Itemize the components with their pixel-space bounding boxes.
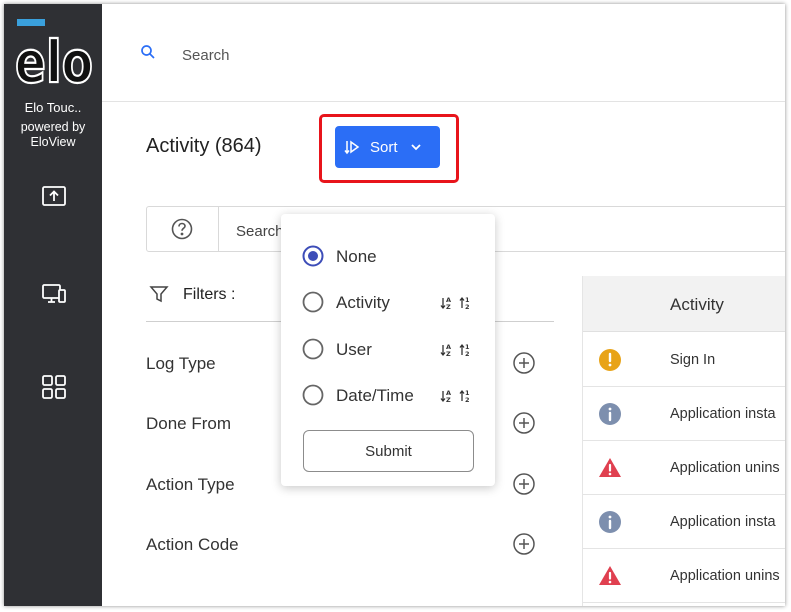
column-header-activity[interactable]: Activity [670, 295, 724, 315]
sort-direction-icon[interactable]: A Z 1 2 [440, 295, 474, 311]
filter-label: Action Code [146, 535, 239, 554]
table-row[interactable]: Sign In [583, 333, 785, 387]
filter-action-code[interactable]: Action Code [146, 532, 538, 558]
filter-icon [149, 286, 169, 303]
table-row[interactable]: Application unins [583, 549, 785, 603]
sort-option-date-time[interactable]: Date/Time A Z 1 2 [302, 384, 482, 408]
row-activity-text: Application unins [670, 568, 780, 584]
submit-button[interactable]: Submit [303, 430, 474, 472]
sort-button-label: Sort [370, 138, 398, 156]
sort-dropdown: None Activity A Z 1 2 User A Z 1 2 Date/… [281, 214, 495, 486]
filter-label: Log Type [146, 354, 216, 373]
sort-option-label: Activity [336, 293, 390, 312]
alert-triangle-icon [599, 566, 621, 585]
search-icon [141, 45, 155, 59]
brand-title: Elo Touc.. [24, 100, 82, 115]
sort-option-label: None [336, 247, 377, 266]
info-icon [599, 403, 621, 425]
page-title: Activity (864) [146, 135, 262, 157]
sort-icon [344, 140, 360, 155]
svg-text:Z: Z [446, 303, 451, 311]
add-filter-icon[interactable] [512, 351, 536, 375]
sort-option-activity[interactable]: Activity A Z 1 2 [302, 291, 482, 315]
warning-circle-icon [599, 349, 621, 371]
sort-option-user[interactable]: User A Z 1 2 [302, 338, 482, 362]
svg-text:2: 2 [465, 303, 470, 311]
alert-triangle-icon [599, 458, 621, 477]
table-row[interactable]: Application unins [583, 441, 785, 495]
devices-icon[interactable] [41, 281, 67, 307]
activity-search-input[interactable]: Search [236, 223, 284, 240]
row-activity-text: Application insta [670, 514, 776, 530]
row-activity-text: Application unins [670, 460, 780, 476]
upload-icon[interactable] [41, 184, 67, 210]
svg-text:elo: elo [15, 28, 93, 88]
top-header: Search [102, 4, 785, 102]
svg-text:Z: Z [446, 396, 451, 404]
filter-label: Done From [146, 414, 232, 433]
svg-text:2: 2 [465, 396, 470, 404]
radio-selected-icon[interactable] [302, 245, 324, 267]
sort-direction-icon[interactable]: A Z 1 2 [440, 342, 474, 358]
table-row[interactable]: Application insta [583, 387, 785, 441]
radio-icon[interactable] [302, 291, 324, 313]
header-search-input[interactable]: Search [182, 47, 230, 64]
add-filter-icon[interactable] [512, 532, 536, 556]
filters-label: Filters : [183, 286, 236, 303]
sidebar: elo Elo Touc.. powered by EloView [4, 4, 102, 606]
radio-icon[interactable] [302, 384, 324, 406]
apps-grid-icon[interactable] [41, 374, 67, 400]
help-button[interactable] [147, 207, 219, 251]
brand-subtitle: powered by EloView [20, 120, 86, 149]
add-filter-icon[interactable] [512, 411, 536, 435]
add-filter-icon[interactable] [512, 472, 536, 496]
radio-icon[interactable] [302, 338, 324, 360]
svg-text:2: 2 [465, 350, 470, 358]
chevron-down-icon [410, 144, 421, 151]
activity-table: Activity Sign In Application insta Appli… [582, 276, 785, 606]
sort-direction-icon[interactable]: A Z 1 2 [440, 388, 474, 404]
sort-option-label: User [336, 340, 372, 359]
table-header: Activity [583, 276, 785, 332]
table-row[interactable]: Application insta [583, 495, 785, 549]
elo-logo: elo [15, 19, 93, 88]
svg-text:Z: Z [446, 350, 451, 358]
sort-button[interactable]: Sort [335, 126, 440, 168]
row-activity-text: Sign In [670, 352, 716, 368]
row-activity-text: Application insta [670, 406, 776, 422]
help-icon [171, 218, 193, 240]
filter-label: Action Type [146, 475, 235, 494]
sort-option-label: Date/Time [336, 386, 414, 405]
info-icon [599, 511, 621, 533]
sort-option-none[interactable]: None [302, 245, 482, 269]
app-window: elo Elo Touc.. powered by EloView Search… [4, 4, 785, 606]
